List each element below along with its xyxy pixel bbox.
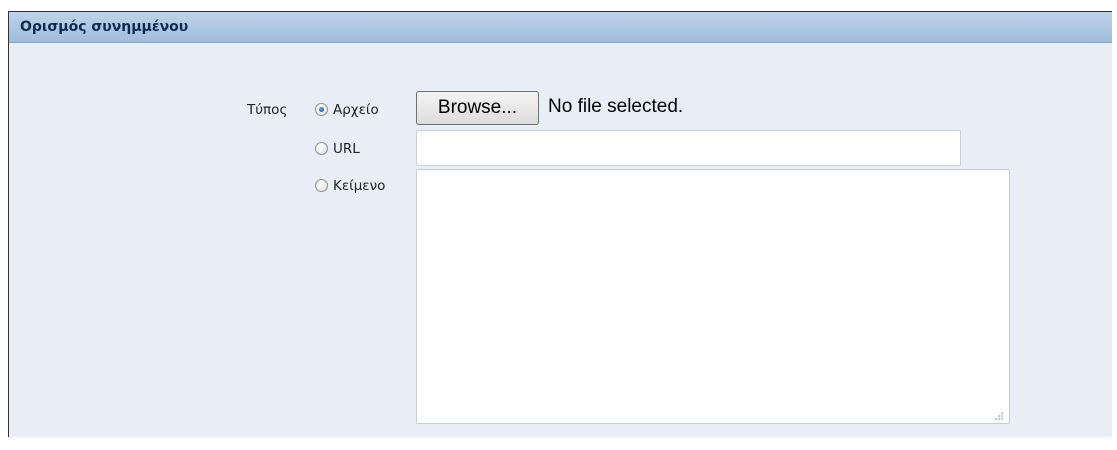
text-content-area[interactable] <box>416 169 1010 424</box>
attachment-panel: Ορισμός συνημμένου Τύπος Αρχείο URL Κείμ… <box>8 11 1112 437</box>
radio-text[interactable] <box>315 179 328 192</box>
resize-grip-icon[interactable] <box>993 410 1003 420</box>
browse-button[interactable]: Browse... <box>416 91 539 125</box>
radio-text-label[interactable]: Κείμενο <box>333 178 385 194</box>
panel-title: Ορισμός συνημμένου <box>20 19 189 35</box>
file-status: No file selected. <box>548 96 684 117</box>
type-label: Τύπος <box>247 102 288 118</box>
panel-header: Ορισμός συνημμένου <box>9 12 1112 43</box>
url-input[interactable] <box>416 130 961 166</box>
radio-file[interactable] <box>315 103 328 116</box>
radio-url-label[interactable]: URL <box>333 141 360 157</box>
radio-file-label[interactable]: Αρχείο <box>333 102 379 118</box>
radio-url[interactable] <box>315 142 328 155</box>
